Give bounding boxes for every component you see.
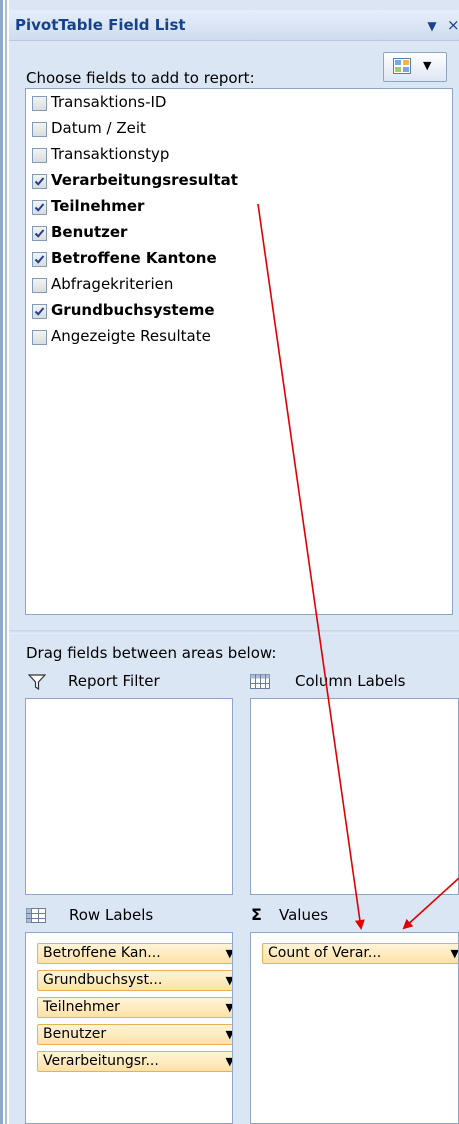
pane-titlebar: PivotTable Field List ▼ × [9,10,459,41]
chip-dropdown-icon[interactable]: ▼ [226,947,232,960]
pane-options-dropdown-icon[interactable]: ▼ [425,19,439,33]
checkbox-unchecked[interactable] [32,96,47,111]
sigma-icon: Σ [251,905,262,924]
chip-dropdown-icon[interactable]: ▼ [226,974,232,987]
row-labels-label: Row Labels [69,906,154,924]
column-labels-header: Column Labels [250,671,455,693]
field-label: Verarbeitungsresultat [51,171,238,189]
checkbox-checked[interactable] [32,174,47,189]
field-list: Transaktions-ID Datum / Zeit Transaktionst… [25,88,453,615]
field-label: Teilnehmer [51,197,145,215]
checkmark-icon [34,229,45,238]
row-labels-header: Row Labels [26,905,246,927]
field-label: Abfragekriterien [51,275,174,293]
field-chip-label: Grundbuchsyst... [43,972,163,988]
field-layout-button[interactable]: ▼ [383,52,447,82]
field-layout-icon [393,58,411,74]
column-labels-label: Column Labels [295,672,406,690]
values-header: Σ Values [250,905,455,927]
drag-fields-hint: Drag fields between areas below: [26,644,277,662]
pane-left-border [0,0,9,1124]
chip-dropdown-icon[interactable]: ▼ [226,1055,232,1068]
field-label: Transaktions-ID [51,93,167,111]
field-chip-label: Benutzer [43,1026,107,1042]
field-chip-label: Betroffene Kan... [43,945,161,961]
checkbox-checked[interactable] [32,304,47,319]
choose-fields-label: Choose fields to add to report: [26,69,255,87]
checkbox-checked[interactable] [32,200,47,215]
field-chip-label: Count of Verar... [268,945,382,961]
report-filter-label: Report Filter [68,672,160,690]
checkbox-unchecked[interactable] [32,122,47,137]
checkmark-icon [34,307,45,316]
field-chip[interactable]: Teilnehmer ▼ [37,997,232,1018]
field-chip[interactable]: Count of Verar... ▼ [262,943,458,964]
row-grid-icon [26,908,46,923]
filter-icon [28,674,46,690]
field-label: Benutzer [51,223,128,241]
field-label: Grundbuchsysteme [51,301,215,319]
chevron-down-icon: ▼ [423,59,432,72]
field-label: Betroffene Kantone [51,249,217,267]
field-label: Datum / Zeit [51,119,146,137]
column-grid-icon [250,674,270,689]
values-area[interactable]: Count of Verar... ▼ [250,932,459,1124]
column-labels-area[interactable] [250,698,459,895]
field-chip-label: Teilnehmer [43,999,120,1015]
chip-dropdown-icon[interactable]: ▼ [451,947,458,960]
chip-dropdown-icon[interactable]: ▼ [226,1001,232,1014]
checkbox-unchecked[interactable] [32,330,47,345]
field-label: Transaktionstyp [51,145,170,163]
checkmark-icon [34,203,45,212]
field-chip[interactable]: Verarbeitungsr... ▼ [37,1051,232,1072]
checkbox-checked[interactable] [32,252,47,267]
checkmark-icon [34,177,45,186]
checkbox-unchecked[interactable] [32,148,47,163]
report-filter-header: Report Filter [26,671,246,693]
report-filter-area[interactable] [25,698,233,895]
chip-dropdown-icon[interactable]: ▼ [226,1028,232,1041]
values-label: Values [279,906,329,924]
field-label: Angezeigte Resultate [51,327,211,345]
field-chip[interactable]: Betroffene Kan... ▼ [37,943,232,964]
pivot-field-list-pane: PivotTable Field List ▼ × Choose fields … [9,0,459,1124]
row-labels-area[interactable]: Betroffene Kan...▼Grundbuchsyst...▼Teiln… [25,932,233,1124]
pane-title: PivotTable Field List [15,16,186,34]
checkbox-checked[interactable] [32,226,47,241]
field-chip[interactable]: Benutzer ▼ [37,1024,232,1045]
pane-splitter[interactable] [9,630,459,634]
close-icon[interactable]: × [447,16,459,34]
checkmark-icon [34,255,45,264]
checkbox-unchecked[interactable] [32,278,47,293]
field-chip[interactable]: Grundbuchsyst... ▼ [37,970,232,991]
field-chip-label: Verarbeitungsr... [43,1053,159,1069]
